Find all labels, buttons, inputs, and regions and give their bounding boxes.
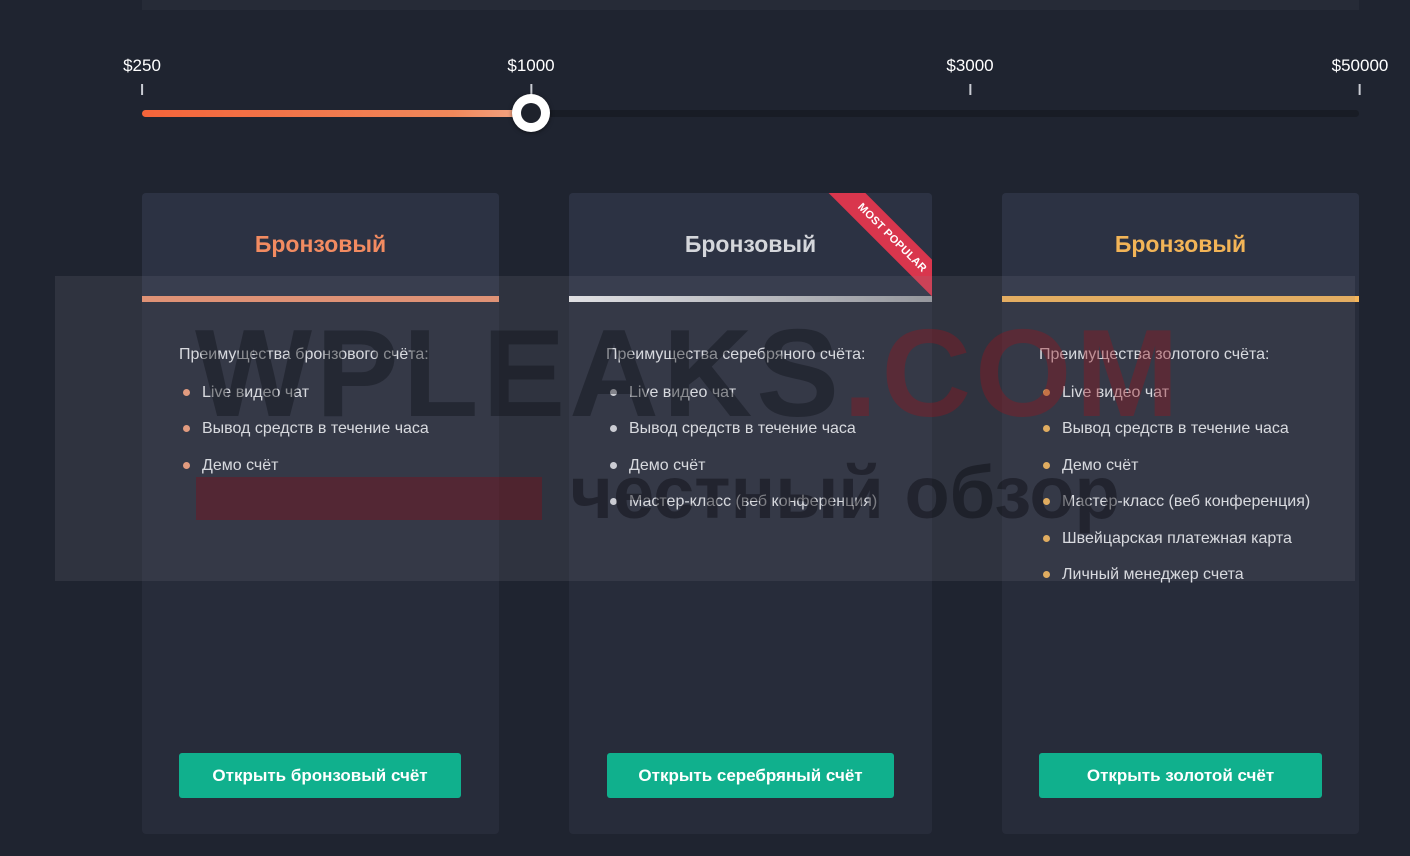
feature-label: Live видео чат [1062,384,1170,401]
slider-tick-3000[interactable]: $3000 [946,56,994,95]
bullet-icon [183,389,190,396]
slider-tick-250[interactable]: $250 [123,56,161,95]
bullet-icon [610,498,617,506]
open-bronze-account-button[interactable]: Открыть бронзовый счёт [179,753,461,798]
feature-list: Live видео чат Вывод средств в течение ча… [179,378,499,487]
card-subtitle: Преимущества серебряного счёта: [606,346,866,363]
slider-tick-label: $50000 [1331,56,1389,75]
open-silver-account-button[interactable]: Открыть серебряный счёт [607,753,894,798]
bullet-icon [183,461,190,469]
open-gold-account-button[interactable]: Открыть золотой счёт [1039,753,1322,798]
bullet-icon [1043,534,1050,542]
bullet-icon [610,461,617,469]
bullet-icon [1043,389,1050,396]
feature-label: Демо счёт [629,456,706,474]
feature-list: Live видео чат Вывод средств в течение ча… [1039,378,1359,596]
card-header: Бронзовый [142,193,499,296]
bullet-icon [610,425,617,433]
feature-list: Live видео чат Вывод средств в течение ча… [606,378,932,524]
feature-item: Мастер-класс (веб конференция) [606,487,932,523]
feature-item: Вывод средств в течение часа [606,414,932,450]
feature-item: Демо счёт [606,451,932,487]
feature-item: Личный менеджер счета [1039,560,1359,596]
slider-handle[interactable] [512,94,550,132]
bullet-icon [183,425,190,433]
slider-tick-label: $3000 [946,56,994,75]
card-subtitle: Преимущества бронзового счёта: [179,346,429,363]
feature-label: Live видео чат [202,384,310,401]
feature-label: Вывод средств в течение часа [629,420,856,438]
feature-item: Вывод средств в течение часа [1039,414,1359,450]
most-popular-ribbon: MOST POPULAR [822,193,932,303]
feature-label: Демо счёт [202,456,279,474]
slider-tick-1000[interactable]: $1000 [507,56,555,95]
feature-item: Live видео чат [606,378,932,414]
bullet-icon [1043,570,1050,578]
feature-item: Вывод средств в течение часа [179,414,499,450]
slider-tick-mark [140,84,143,95]
feature-item: Live видео чат [1039,378,1359,414]
feature-label: Швейцарская платежная карта [1062,529,1292,547]
feature-label: Демо счёт [1062,456,1139,474]
slider-tick-50000[interactable]: $50000 [1331,56,1389,95]
feature-label: Вывод средств в течение часа [202,420,429,438]
card-title: Бронзовый [254,231,387,257]
slider-fill [142,110,531,117]
feature-item: Швейцарская платежная карта [1039,524,1359,560]
feature-label: Вывод средств в течение часа [1062,420,1289,438]
feature-label: Live видео чат [629,384,737,401]
card-body: Преимущества золотого счёта: Live видео … [1002,302,1359,596]
card-title: Бронзовый [684,231,817,257]
feature-label: Мастер-класс (веб конференция) [629,493,878,511]
feature-label: Мастер-класс (веб конференция) [1062,493,1311,511]
card-subtitle: Преимущества золотого счёта: [1039,346,1270,363]
feature-label: Личный менеджер счета [1062,565,1244,583]
bullet-icon [1043,498,1050,506]
card-header: Бронзовый [1002,193,1359,296]
feature-item: Live видео чат [179,378,499,414]
card-body: Преимущества серебряного счёта: Live вид… [569,302,932,524]
feature-item: Демо счёт [1039,451,1359,487]
slider-tick-mark [969,84,971,95]
bullet-icon [1043,461,1050,469]
account-card-bronze: Бронзовый Преимущества бронзового счёта:… [142,193,499,834]
card-body: Преимущества бронзового счёта: Live виде… [142,302,499,487]
deposit-slider[interactable]: $250 $1000 $3000 $50000 [0,0,1410,150]
slider-track[interactable] [142,110,1359,117]
slider-tick-label: $1000 [507,56,555,75]
ribbon-label: MOST POPULAR [826,193,932,303]
account-card-silver: Бронзовый Преимущества серебряного счёта… [569,193,932,834]
feature-item: Демо счёт [179,451,499,487]
slider-handle-dot [521,103,541,123]
feature-item: Мастер-класс (веб конференция) [1039,487,1359,523]
account-card-gold: Бронзовый Преимущества золотого счёта: L… [1002,193,1359,834]
bullet-icon [1043,425,1050,433]
bullet-icon [610,389,617,396]
slider-tick-label: $250 [123,56,161,75]
slider-tick-mark [1358,84,1361,95]
card-title: Бронзовый [1114,231,1247,257]
